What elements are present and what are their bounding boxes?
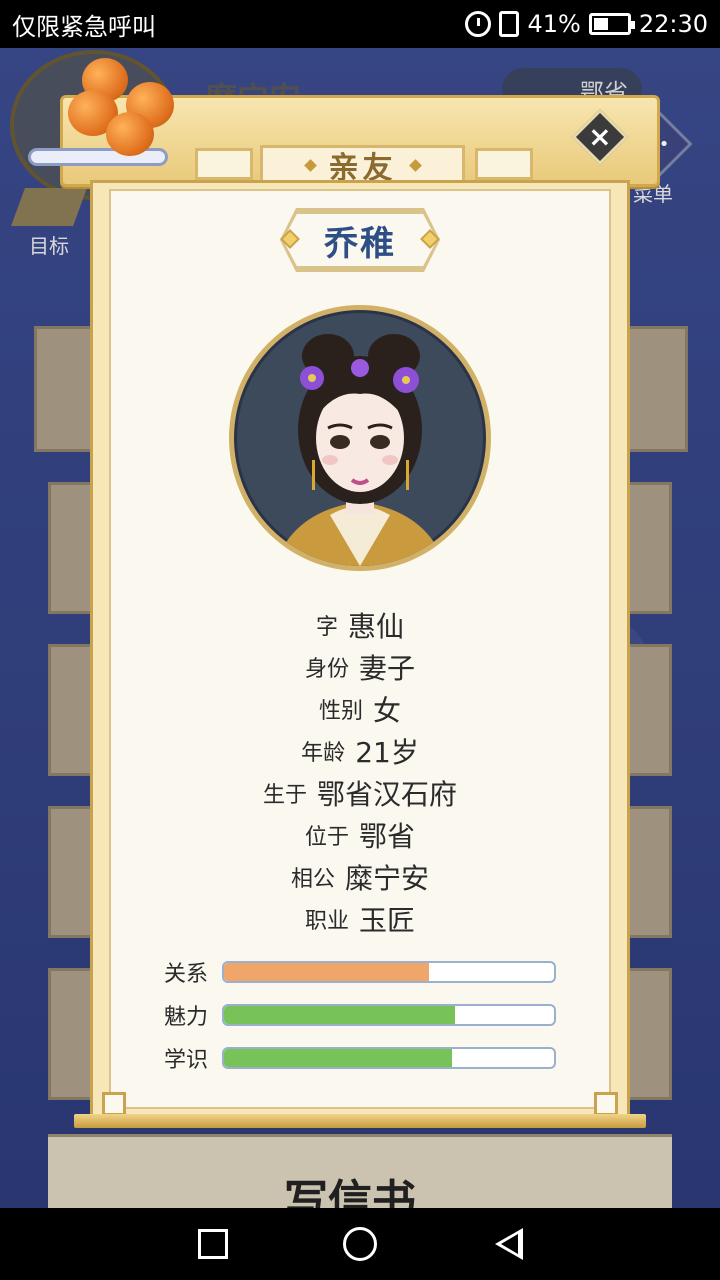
info-row-gender: 性别 女 bbox=[90, 688, 630, 730]
stat-label: 魅力 bbox=[164, 1004, 209, 1030]
stat-bars: 关系 魅力 学识 bbox=[164, 950, 564, 1079]
back-icon bbox=[494, 1228, 523, 1260]
stat-fill bbox=[224, 1005, 455, 1024]
info-value: 玉匠 bbox=[359, 904, 416, 937]
info-value: 妻子 bbox=[359, 652, 416, 685]
diamond-ornament bbox=[408, 158, 422, 172]
home-button[interactable] bbox=[340, 1224, 380, 1264]
status-bar: 仅限紧急呼叫 41% 22:30 bbox=[0, 0, 720, 48]
alarm-icon bbox=[465, 11, 492, 37]
name-plate: 乔稚 bbox=[283, 211, 437, 269]
info-key: 位于 bbox=[304, 825, 349, 850]
back-button[interactable] bbox=[487, 1224, 527, 1264]
stat-fill bbox=[224, 1048, 452, 1067]
info-value: 女 bbox=[373, 694, 402, 727]
stat-track bbox=[222, 960, 556, 983]
stat-track bbox=[222, 1003, 556, 1026]
info-key: 生于 bbox=[262, 783, 307, 808]
character-portrait bbox=[229, 305, 491, 571]
dialog-title-box: 亲友 bbox=[260, 145, 465, 186]
corner-ornament bbox=[102, 1092, 126, 1116]
carrier-text: 仅限紧急呼叫 bbox=[12, 12, 156, 41]
info-value: 21岁 bbox=[355, 736, 419, 769]
fruit-decoration-icon bbox=[62, 58, 182, 168]
battery-icon bbox=[588, 13, 635, 35]
battery-percent: 41% bbox=[527, 10, 581, 38]
recents-button[interactable] bbox=[193, 1224, 233, 1264]
dialog-bottom-rail bbox=[74, 1114, 646, 1128]
info-row-age: 年龄 21岁 bbox=[90, 730, 630, 772]
system-nav-bar bbox=[0, 1208, 720, 1280]
info-row-husband: 相公 糜宁安 bbox=[90, 856, 630, 898]
header-ornament bbox=[195, 148, 253, 180]
info-row-courtesy-name: 字 惠仙 bbox=[90, 604, 630, 646]
stat-charm: 魅力 bbox=[164, 993, 564, 1036]
info-value: 糜宁安 bbox=[345, 862, 430, 895]
info-list: 字 惠仙 身份 妻子 性别 女 年龄 21岁 生于 鄂省汉石府 位于 鄂省 相公… bbox=[90, 604, 630, 940]
diamond-ornament bbox=[303, 158, 317, 172]
info-value: 鄂省汉石府 bbox=[317, 778, 458, 811]
info-key: 身份 bbox=[304, 657, 349, 682]
info-key: 性别 bbox=[318, 699, 363, 724]
info-value: 鄂省 bbox=[359, 820, 416, 853]
info-key: 相公 bbox=[290, 867, 335, 892]
info-value: 惠仙 bbox=[348, 610, 405, 643]
stat-fill bbox=[224, 962, 429, 981]
home-icon bbox=[342, 1227, 377, 1261]
person-name: 乔稚 bbox=[324, 223, 396, 264]
stat-label: 关系 bbox=[164, 961, 209, 987]
header-ornament bbox=[475, 148, 533, 180]
info-row-identity: 身份 妻子 bbox=[90, 646, 630, 688]
info-key: 职业 bbox=[304, 909, 349, 934]
info-row-birthplace: 生于 鄂省汉石府 bbox=[90, 772, 630, 814]
woman-portrait-icon bbox=[274, 334, 446, 566]
info-key: 年龄 bbox=[301, 741, 346, 766]
sim-icon bbox=[499, 11, 520, 37]
corner-ornament bbox=[594, 1092, 618, 1116]
recents-icon bbox=[198, 1229, 229, 1259]
stat-relationship: 关系 bbox=[164, 950, 564, 993]
info-key: 字 bbox=[315, 615, 338, 640]
clock: 22:30 bbox=[638, 10, 708, 38]
stat-label: 学识 bbox=[164, 1047, 209, 1073]
info-row-location: 位于 鄂省 bbox=[90, 814, 630, 856]
close-icon: × bbox=[588, 120, 612, 153]
stat-track bbox=[222, 1046, 556, 1069]
info-row-occupation: 职业 玉匠 bbox=[90, 898, 630, 940]
stat-knowledge: 学识 bbox=[164, 1036, 564, 1079]
